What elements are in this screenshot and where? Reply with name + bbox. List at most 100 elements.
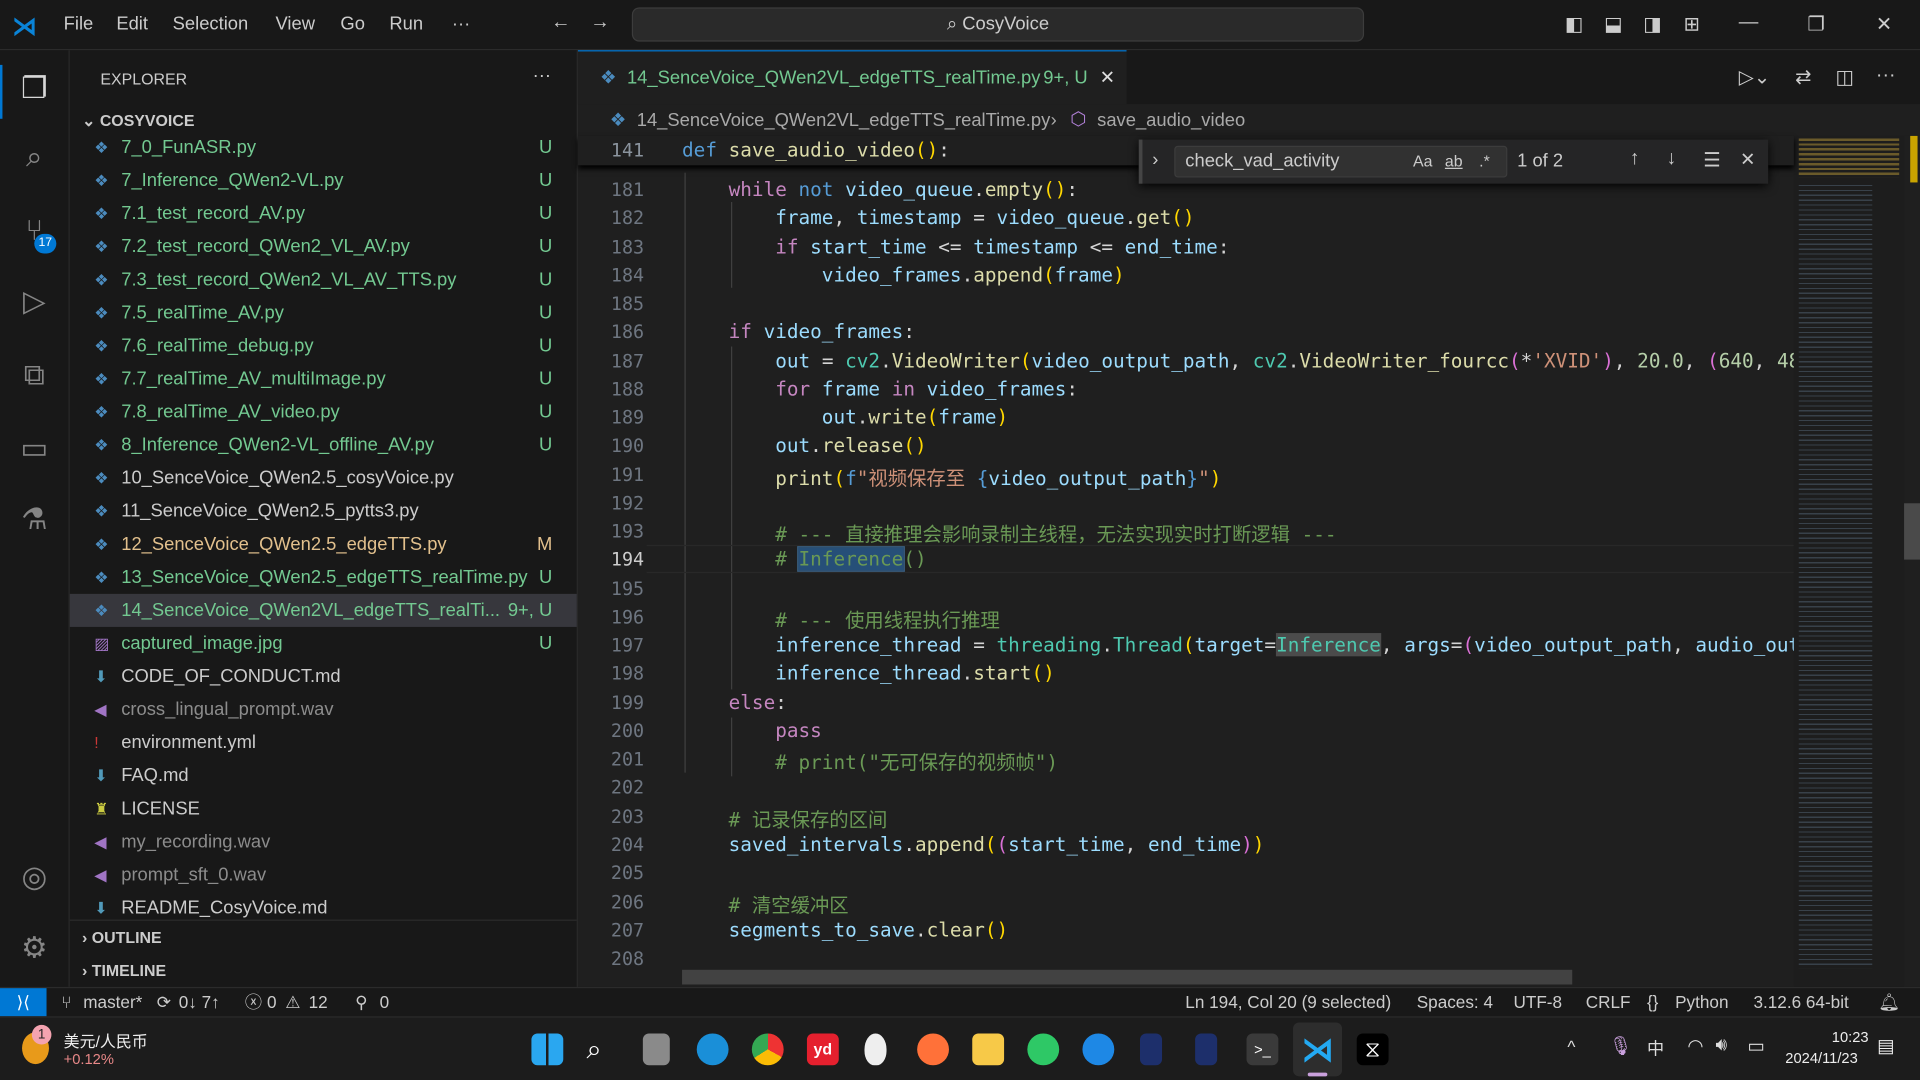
cursor-position[interactable]: Ln 194, Col 20 (9 selected): [1185, 988, 1391, 1016]
file-item[interactable]: ❖ 12_SenceVoice_QWen2.5_edgeTTS.py M: [70, 528, 577, 561]
warning-count[interactable]: 12: [309, 988, 328, 1016]
file-item[interactable]: ▨ captured_image.jpg U: [70, 627, 577, 660]
code-line[interactable]: # 记录保存的区间: [682, 804, 888, 832]
find-in-selection-icon[interactable]: ☰: [1703, 148, 1721, 172]
file-item[interactable]: ❖ 13_SenceVoice_QWen2.5_edgeTTS_realTime.…: [70, 561, 577, 594]
toggle-replace-chevron-icon[interactable]: ›: [1152, 149, 1158, 170]
extensions-icon[interactable]: ⧉: [15, 356, 54, 395]
file-item[interactable]: ❖ 10_SenceVoice_QWen2.5_cosyVoice.py: [70, 462, 577, 495]
chrome-icon[interactable]: [751, 1033, 784, 1066]
minimap[interactable]: [1793, 135, 1905, 987]
toggle-panel-icon[interactable]: ⬓: [1604, 12, 1623, 36]
volume-icon[interactable]: 🔊︎: [1716, 1035, 1728, 1056]
terminal-icon[interactable]: >_: [1246, 1033, 1279, 1066]
file-item[interactable]: ❖ 8_Inference_QWen2-VL_offline_AV.py U: [70, 429, 577, 462]
code-line[interactable]: inference_thread = threading.Thread(targ…: [682, 633, 1794, 657]
menu-more[interactable]: ···: [452, 13, 470, 34]
file-item[interactable]: ⬇ FAQ.md: [70, 759, 577, 792]
back-arrow-icon[interactable]: ←: [551, 12, 571, 34]
branch-name[interactable]: master*: [83, 988, 142, 1016]
remote-explorer-icon[interactable]: ▭: [15, 430, 54, 469]
file-item[interactable]: ❖ 7.7_realTime_AV_multiImage.py U: [70, 362, 577, 395]
scroll-thumb[interactable]: [1904, 503, 1920, 560]
file-item[interactable]: ❖ 14_SenceVoice_QWen2VL_edgeTTS_realTi...…: [69, 593, 577, 627]
sync-status[interactable]: 0↓ 7↑: [179, 988, 220, 1016]
encoding[interactable]: UTF-8: [1513, 988, 1562, 1016]
code-line[interactable]: print(f"视频保存至 {video_output_path}"): [682, 462, 1221, 490]
wechat-icon[interactable]: [1027, 1033, 1060, 1066]
show-hidden-icons[interactable]: ^: [1567, 1037, 1575, 1057]
file-item[interactable]: ❖ 7.3_test_record_QWen2_VL_AV_TTS.py U: [70, 263, 577, 296]
file-item[interactable]: ❖ 7.2_test_record_QWen2_VL_AV.py U: [70, 230, 577, 263]
breadcrumb-symbol[interactable]: save_audio_video: [1097, 110, 1245, 131]
outline-section[interactable]: › OUTLINE: [82, 928, 162, 946]
cat-app-icon-2[interactable]: [1195, 1033, 1218, 1066]
file-explorer-icon[interactable]: [972, 1033, 1005, 1066]
code-line[interactable]: video_frames.append(frame): [682, 263, 1125, 286]
menu-go[interactable]: Go: [340, 13, 365, 34]
code-line[interactable]: frame, timestamp = video_queue.get(): [682, 206, 1194, 229]
testing-icon[interactable]: ⚗: [15, 501, 54, 540]
explorer-icon[interactable]: ❐: [15, 70, 54, 109]
code-line[interactable]: out.release(): [682, 434, 926, 457]
firefox-icon[interactable]: [917, 1033, 949, 1066]
toggle-secondary-sidebar-icon[interactable]: ◨: [1643, 12, 1662, 36]
code-line[interactable]: # Inference(): [682, 546, 927, 573]
menu-view[interactable]: View: [276, 13, 315, 34]
taskbar-search-icon[interactable]: ⌕: [587, 1033, 619, 1065]
file-item[interactable]: ♜ LICENSE: [70, 792, 577, 825]
notifications-bell-icon[interactable]: 🔔︎: [1878, 988, 1900, 1016]
accounts-icon[interactable]: ◎: [15, 858, 54, 897]
vscode-taskbar-icon[interactable]: ⋊: [1302, 1033, 1334, 1065]
customize-layout-icon[interactable]: ⊞: [1684, 12, 1700, 36]
file-item[interactable]: ◀ my_recording.wav: [70, 825, 577, 858]
menu-selection[interactable]: Selection: [173, 13, 249, 34]
run-file-icon[interactable]: ▷⌄: [1739, 65, 1770, 89]
minimize-icon[interactable]: —: [1739, 12, 1759, 34]
file-item[interactable]: ❖ 7.5_realTime_AV.py U: [70, 296, 577, 329]
wifi-icon[interactable]: ◠: [1687, 1035, 1703, 1057]
vertical-scrollbar[interactable]: [1904, 135, 1920, 987]
file-item[interactable]: ❖ 7.6_realTime_debug.py U: [70, 329, 577, 362]
close-find-icon[interactable]: ✕: [1740, 148, 1755, 170]
cat-app-icon[interactable]: [1140, 1033, 1163, 1066]
notification-center-icon[interactable]: ▤: [1877, 1035, 1894, 1057]
task-view-icon[interactable]: [642, 1033, 670, 1066]
line-ending[interactable]: CRLF: [1586, 988, 1631, 1016]
file-item[interactable]: ❖ 7.1_test_record_AV.py U: [70, 197, 577, 230]
toggle-sidebar-icon[interactable]: ◧: [1565, 12, 1584, 36]
code-editor[interactable]: 181 while not video_queue.empty(): 182 fr…: [577, 135, 1794, 987]
menu-edit[interactable]: Edit: [116, 13, 148, 34]
ime-indicator[interactable]: 中: [1647, 1036, 1664, 1060]
code-line[interactable]: # --- 使用线程执行推理: [682, 605, 1000, 633]
explorer-more-button[interactable]: ···: [533, 65, 551, 86]
run-debug-icon[interactable]: ▷: [15, 283, 54, 322]
horizontal-scrollbar[interactable]: [682, 969, 1573, 985]
microphone-icon[interactable]: 🎙︎: [1609, 1035, 1632, 1057]
code-line[interactable]: for frame in video_frames:: [682, 377, 1078, 400]
capcut-icon[interactable]: ⧖: [1356, 1033, 1389, 1066]
language-mode[interactable]: Python: [1675, 988, 1728, 1016]
code-line[interactable]: else:: [682, 690, 787, 713]
match-case-toggle[interactable]: Aa: [1413, 147, 1432, 176]
code-line[interactable]: # print("无可保存的视频帧"): [682, 747, 1058, 775]
search-view-icon[interactable]: ⌕: [15, 138, 54, 177]
breadcrumb-file[interactable]: 14_SenceVoice_QWen2VL_edgeTTS_realTime.p…: [637, 110, 1051, 131]
code-line[interactable]: # --- 直接推理会影响录制主线程，无法实现实时打断逻辑 ---: [682, 519, 1336, 547]
remote-indicator-icon[interactable]: ⟩⟨: [0, 988, 47, 1017]
open-changes-icon[interactable]: ⇄: [1795, 65, 1811, 89]
previous-match-icon[interactable]: ↑: [1630, 148, 1640, 170]
code-line[interactable]: if start_time <= timestamp <= end_time:: [682, 235, 1229, 258]
code-line[interactable]: while not video_queue.empty():: [682, 178, 1078, 201]
close-tab-icon[interactable]: ✕: [1100, 51, 1115, 105]
youdao-icon[interactable]: yd: [806, 1033, 839, 1066]
code-line[interactable]: pass: [682, 719, 822, 742]
widget-title[interactable]: 美元/人民币: [64, 1029, 148, 1052]
settings-gear-icon[interactable]: ⚙: [15, 929, 54, 968]
next-match-icon[interactable]: ↓: [1667, 148, 1677, 170]
match-word-toggle[interactable]: ab: [1445, 147, 1463, 176]
forward-arrow-icon[interactable]: →: [590, 12, 610, 34]
more-actions-icon[interactable]: ···: [1876, 65, 1896, 87]
regex-toggle[interactable]: .*: [1479, 147, 1490, 176]
tab-active-file[interactable]: ❖ 14_SenceVoice_QWen2VL_edgeTTS_realTime…: [577, 50, 1127, 105]
